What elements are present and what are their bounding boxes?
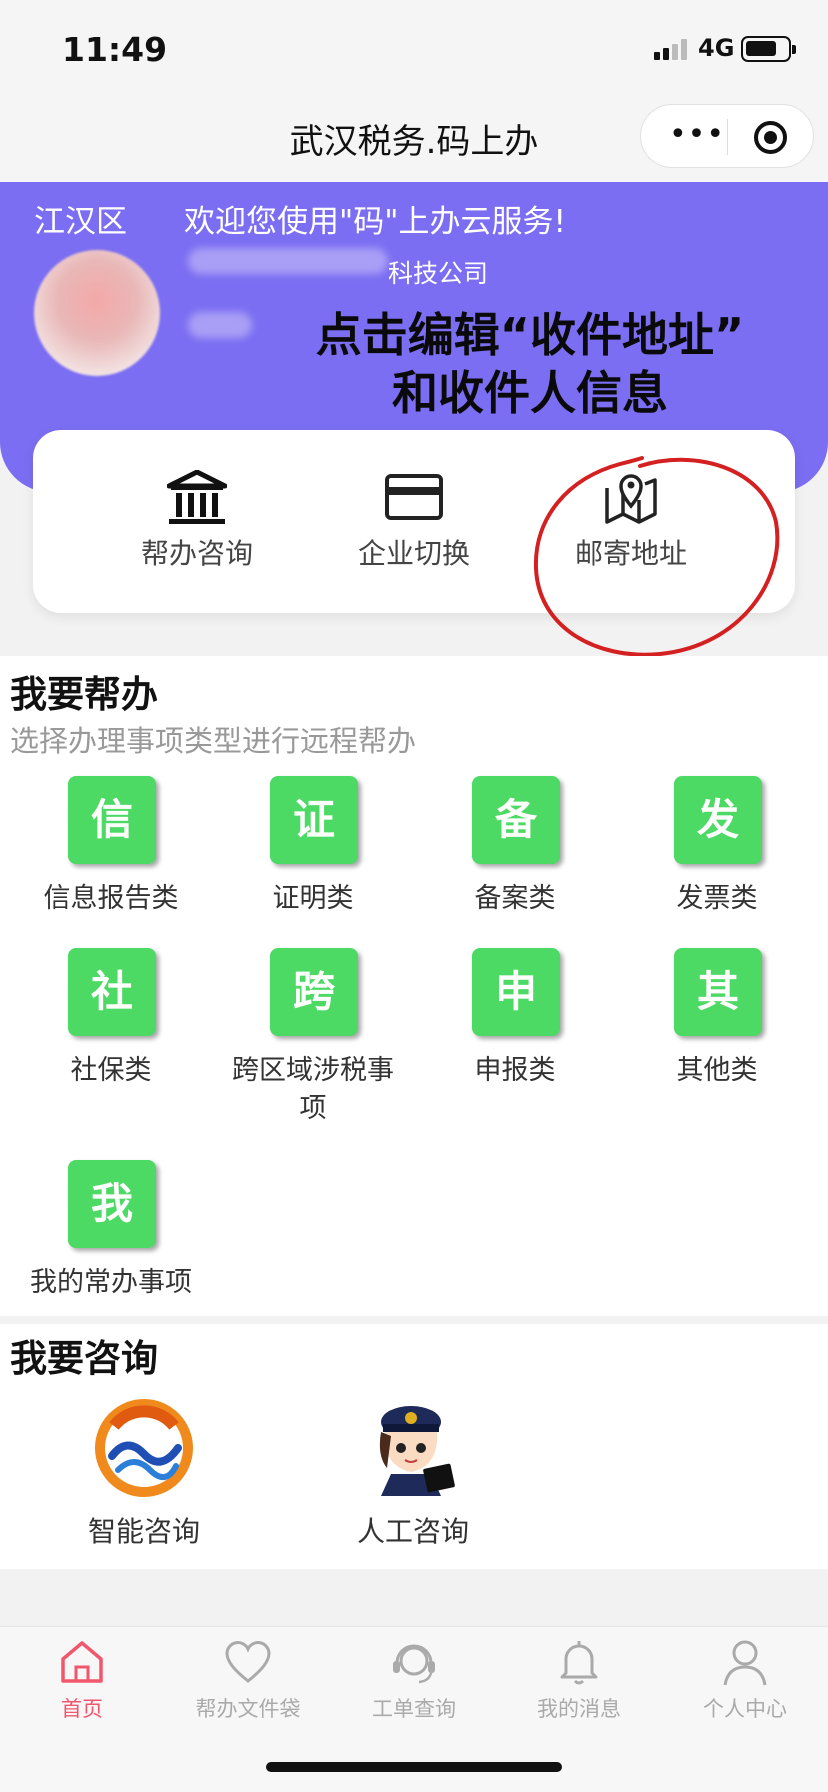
category-label: 跨区域涉税事项 bbox=[232, 1055, 394, 1124]
map-pin-icon bbox=[605, 474, 657, 524]
tab-document-bag[interactable]: 帮办文件袋 bbox=[173, 1637, 323, 1737]
home-indicator bbox=[266, 1762, 562, 1772]
category-label: 信息报告类 bbox=[43, 883, 179, 914]
help-section-title: 我要帮办 bbox=[10, 673, 158, 716]
tab-label: 个人中心 bbox=[703, 1697, 787, 1721]
category-label: 社保类 bbox=[70, 1055, 152, 1086]
category-label: 我的常办事项 bbox=[30, 1267, 192, 1298]
tab-label: 帮办文件袋 bbox=[195, 1697, 301, 1721]
quick-mail-address[interactable]: 邮寄地址 bbox=[521, 470, 741, 580]
category-label: 其他类 bbox=[676, 1055, 758, 1086]
more-icon[interactable]: ••• bbox=[667, 120, 727, 150]
annotation-overlay-text: 点击编辑“收件地址” 和收件人信息 bbox=[230, 306, 828, 422]
help-section: 我要帮办 选择办理事项类型进行远程帮办 信 信息报告类 证 证明类 备 备案类 … bbox=[0, 656, 828, 1316]
consult-label: 人工咨询 bbox=[356, 1515, 469, 1548]
signal-icon bbox=[654, 38, 690, 60]
district-label[interactable]: 江汉区 bbox=[34, 196, 127, 241]
mini-program-capsule: ••• bbox=[640, 104, 814, 168]
status-time: 11:49 bbox=[62, 30, 168, 69]
person-icon bbox=[723, 1640, 767, 1686]
consult-label: 智能咨询 bbox=[87, 1515, 200, 1548]
help-section-subtitle: 选择办理事项类型进行远程帮办 bbox=[10, 724, 417, 758]
consult-section: 我要咨询 智能咨询 人工咨询 bbox=[0, 1324, 828, 1569]
quick-label: 帮办咨询 bbox=[140, 537, 253, 570]
category-tile: 社 bbox=[68, 948, 156, 1036]
quick-help-consult[interactable]: 帮办咨询 bbox=[87, 470, 307, 580]
tab-label: 首页 bbox=[61, 1697, 103, 1721]
battery-icon bbox=[741, 36, 796, 62]
category-tile: 证 bbox=[270, 776, 358, 864]
tab-profile[interactable]: 个人中心 bbox=[670, 1637, 820, 1737]
bell-icon bbox=[560, 1641, 598, 1685]
category-label: 申报类 bbox=[474, 1055, 556, 1086]
category-tile: 发 bbox=[674, 776, 762, 864]
category-label: 发票类 bbox=[676, 883, 758, 914]
company-name-redacted bbox=[188, 248, 388, 274]
category-tile: 我 bbox=[68, 1160, 156, 1248]
category-tile: 申 bbox=[472, 948, 560, 1036]
card-icon bbox=[385, 474, 443, 520]
category-tile: 信 bbox=[68, 776, 156, 864]
headset-icon bbox=[393, 1644, 435, 1684]
heart-icon bbox=[225, 1641, 271, 1683]
quick-company-switch[interactable]: 企业切换 bbox=[304, 470, 524, 580]
nav-bar: 武汉税务.码上办 ••• bbox=[0, 96, 828, 182]
avatar bbox=[34, 250, 160, 376]
tax-officer-avatar-icon bbox=[379, 1406, 455, 1496]
category-label: 备案类 bbox=[474, 883, 556, 914]
bank-icon bbox=[167, 470, 227, 524]
quick-label: 邮寄地址 bbox=[574, 537, 687, 570]
tab-ticket-query[interactable]: 工单查询 bbox=[339, 1637, 489, 1737]
quick-actions-card: 帮办咨询 企业切换 邮寄地址 bbox=[33, 430, 795, 613]
overlay-line-2: 和收件人信息 bbox=[392, 366, 668, 420]
category-tile: 跨 bbox=[270, 948, 358, 1036]
overlay-line-1: 点击编辑“收件地址” bbox=[315, 308, 745, 362]
category-tile: 其 bbox=[674, 948, 762, 1036]
close-target-icon[interactable] bbox=[754, 121, 787, 154]
welcome-text: 欢迎您使用"码"上办云服务! bbox=[184, 204, 566, 240]
tab-label: 工单查询 bbox=[372, 1697, 456, 1721]
category-tile: 备 bbox=[472, 776, 560, 864]
network-label: 4G bbox=[698, 34, 735, 62]
tab-home[interactable]: 首页 bbox=[7, 1637, 157, 1737]
12366-logo-icon bbox=[95, 1399, 193, 1497]
tab-messages[interactable]: 我的消息 bbox=[504, 1637, 654, 1737]
home-icon bbox=[61, 1641, 103, 1683]
company-name-suffix: 科技公司 bbox=[388, 259, 489, 288]
capsule-divider bbox=[727, 119, 728, 155]
status-bar: 11:49 4G bbox=[0, 0, 828, 96]
tab-label: 我的消息 bbox=[537, 1697, 621, 1721]
consult-section-title: 我要咨询 bbox=[10, 1337, 158, 1380]
category-label: 证明类 bbox=[272, 883, 354, 914]
quick-label: 企业切换 bbox=[357, 537, 470, 570]
